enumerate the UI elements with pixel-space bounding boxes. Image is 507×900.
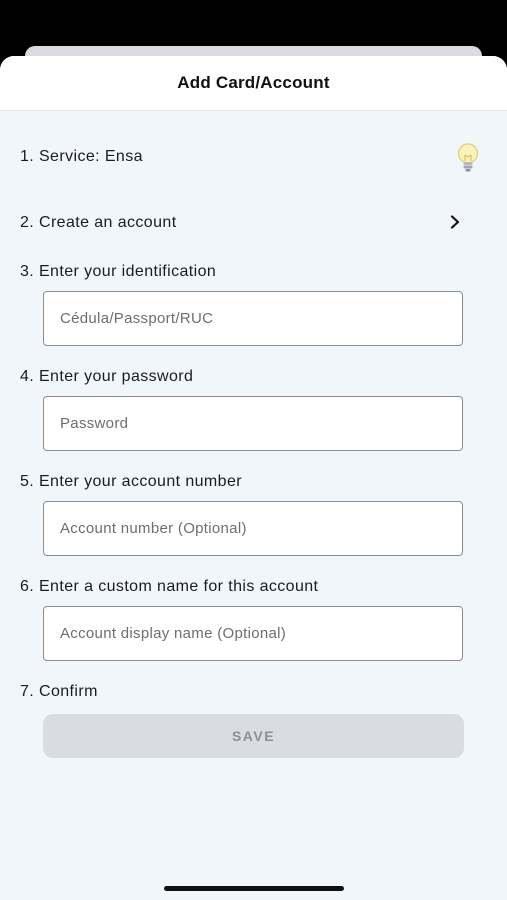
step-service: 1. Service: Ensa xyxy=(20,148,143,165)
step-custom-name: 6. Enter a custom name for this account xyxy=(20,578,319,595)
step-account-number: 5. Enter your account number xyxy=(20,473,242,490)
password-input[interactable] xyxy=(43,396,463,451)
step-password: 4. Enter your password xyxy=(20,368,194,385)
save-button[interactable]: SAVE xyxy=(43,714,464,758)
lightbulb-icon[interactable] xyxy=(455,142,481,174)
step-confirm: 7. Confirm xyxy=(20,683,98,700)
chevron-right-icon[interactable] xyxy=(446,211,464,233)
account-number-input[interactable] xyxy=(43,501,463,556)
step-identification: 3. Enter your identification xyxy=(20,263,217,280)
step-create-account[interactable]: 2. Create an account xyxy=(20,214,177,232)
identification-input[interactable] xyxy=(43,291,463,346)
sheet-header: Add Card/Account xyxy=(0,56,507,111)
display-name-input[interactable] xyxy=(43,606,463,661)
page-title: Add Card/Account xyxy=(177,73,330,92)
add-account-sheet: Add Card/Account 1. Service: Ensa 2. Cre… xyxy=(0,56,507,900)
home-indicator xyxy=(164,886,344,891)
